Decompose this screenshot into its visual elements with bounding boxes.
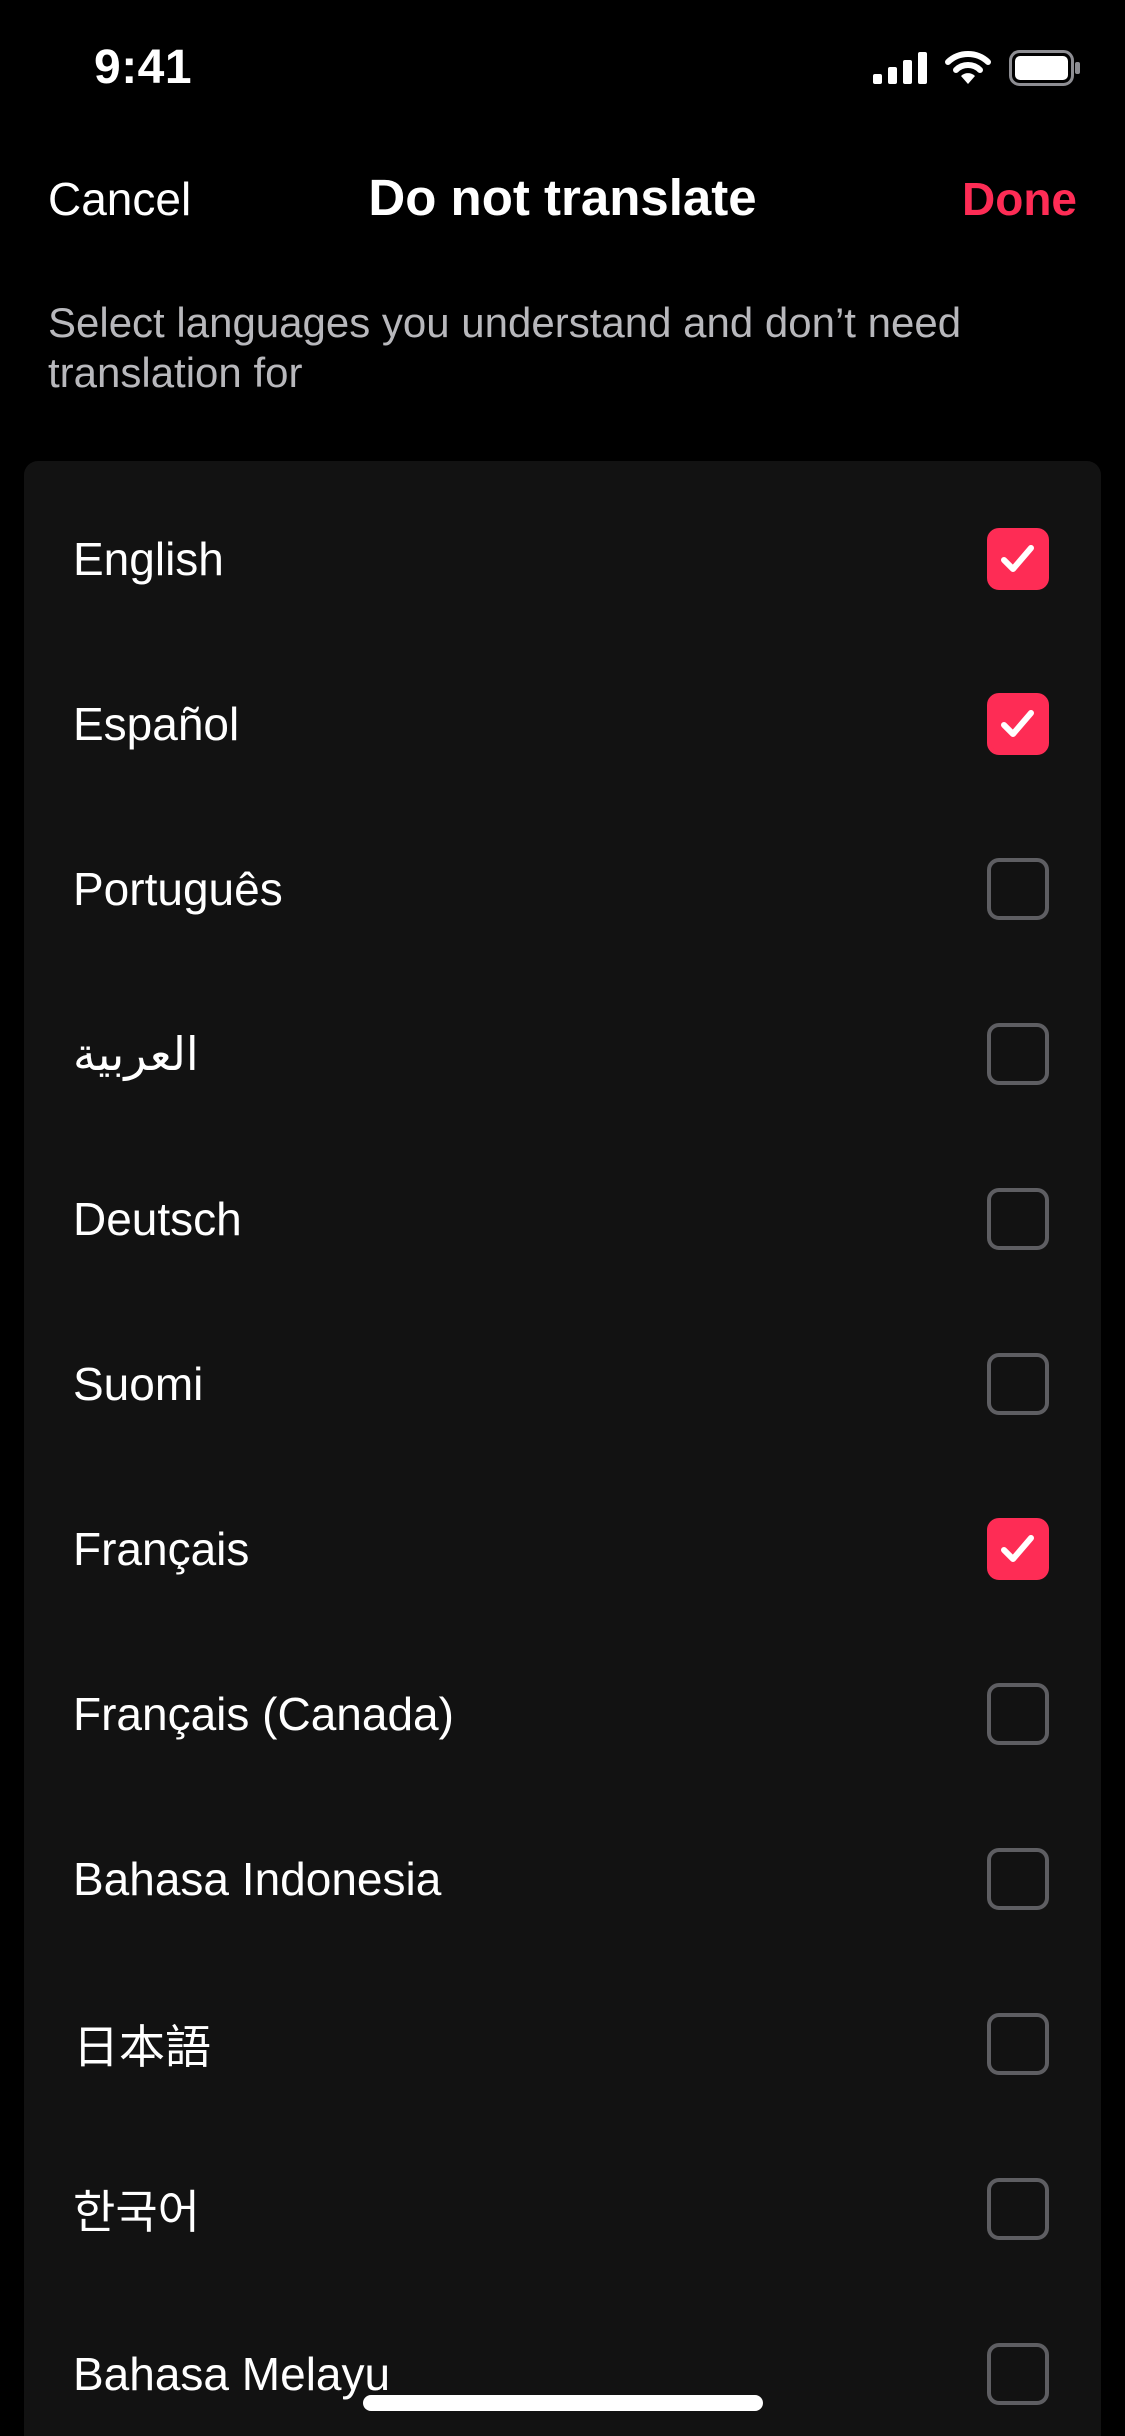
checkbox-checked[interactable] [987, 527, 1049, 590]
wifi-icon [945, 51, 991, 84]
checkbox-unchecked[interactable] [987, 1352, 1049, 1415]
cellular-signal-icon [873, 52, 927, 84]
checkbox-unchecked[interactable] [987, 857, 1049, 920]
language-row[interactable]: Bahasa Indonesia [24, 1796, 1101, 1961]
language-row[interactable]: Français [24, 1466, 1101, 1631]
status-bar: 9:41 [0, 0, 1125, 132]
language-row[interactable]: 日本語 [24, 1961, 1101, 2126]
language-row[interactable]: 한국어 [24, 2126, 1101, 2291]
done-button[interactable]: Done [962, 172, 1077, 226]
language-row[interactable]: Bahasa Melayu [24, 2291, 1101, 2436]
language-label: العربية [73, 1027, 199, 1080]
language-label: Español [73, 697, 240, 750]
language-row[interactable]: Deutsch [24, 1136, 1101, 1301]
do-not-translate-screen: 9:41 Cancel Do not translate Done Select… [0, 0, 1125, 2436]
language-label: Bahasa Melayu [73, 2347, 391, 2400]
language-row[interactable]: Español [24, 641, 1101, 806]
language-row[interactable]: English [24, 476, 1101, 641]
checkbox-unchecked[interactable] [987, 2012, 1049, 2075]
language-row[interactable]: العربية [24, 971, 1101, 1136]
language-label: Deutsch [73, 1192, 242, 1245]
checkmark-icon [1001, 709, 1034, 737]
language-row[interactable]: Français (Canada) [24, 1631, 1101, 1796]
language-list: English Español Português العربية Deutsch Suo… [24, 461, 1101, 2436]
checkbox-checked[interactable] [987, 692, 1049, 755]
checkbox-unchecked[interactable] [987, 1187, 1049, 1250]
language-label: 日本語 [73, 2020, 211, 2073]
status-icons [873, 50, 1081, 86]
instructions-text: Select languages you understand and don’… [48, 299, 962, 396]
language-label: Suomi [73, 1357, 204, 1410]
language-label: English [73, 532, 224, 585]
checkmark-icon [1001, 544, 1034, 572]
language-label: Português [73, 862, 283, 915]
checkbox-checked[interactable] [987, 1517, 1049, 1580]
language-label: Français (Canada) [73, 1687, 454, 1740]
navigation-bar: Cancel Do not translate Done [0, 150, 1125, 246]
cancel-button[interactable]: Cancel [48, 172, 191, 226]
language-label: Bahasa Indonesia [73, 1852, 442, 1905]
checkbox-unchecked[interactable] [987, 1022, 1049, 1085]
language-label: 한국어 [73, 2185, 200, 2238]
language-row[interactable]: Suomi [24, 1301, 1101, 1466]
checkmark-icon [1001, 1534, 1034, 1562]
checkbox-unchecked[interactable] [987, 1847, 1049, 1910]
battery-icon [1009, 50, 1080, 86]
language-label: Français [73, 1522, 250, 1575]
checkbox-unchecked[interactable] [987, 2342, 1049, 2405]
checkbox-unchecked[interactable] [987, 1682, 1049, 1745]
status-time: 9:41 [94, 41, 193, 94]
home-indicator[interactable] [363, 2395, 763, 2411]
checkbox-unchecked[interactable] [987, 2177, 1049, 2240]
language-row[interactable]: Português [24, 806, 1101, 971]
